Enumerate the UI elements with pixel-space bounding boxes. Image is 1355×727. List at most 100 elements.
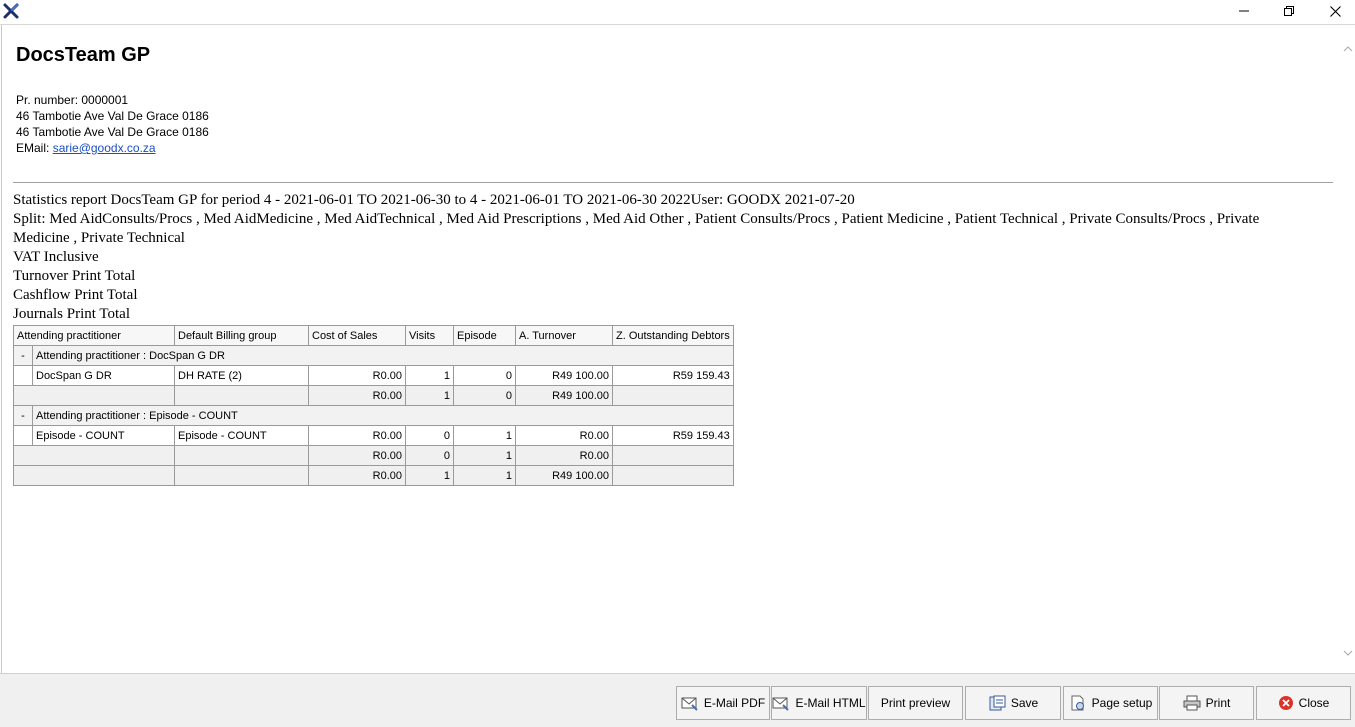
column-header[interactable]: Z. Outstanding Debtors: [612, 325, 734, 346]
group-header-row: - Attending practitioner : Episode - COU…: [13, 405, 734, 426]
scroll-up-icon[interactable]: [1343, 41, 1353, 52]
print-preview-label: Print preview: [880, 696, 951, 710]
subtotal-spacer: [174, 445, 309, 466]
group-label: Attending practitioner : DocSpan G DR: [32, 345, 734, 366]
collapse-toggle[interactable]: -: [13, 345, 33, 366]
subtotal-spacer: [13, 385, 175, 406]
report-title: Statistics report DocsTeam GP for period…: [13, 192, 855, 208]
email-pdf-button[interactable]: E-Mail PDF: [676, 686, 770, 720]
email-link[interactable]: sarie@goodx.co.za: [53, 141, 156, 155]
table-row: DocSpan G DR DH RATE (2) R0.00 1 0 R49 1…: [13, 365, 734, 386]
table-row: Episode - COUNT Episode - COUNT R0.00 0 …: [13, 425, 734, 446]
page-setup-label: Page setup: [1091, 696, 1153, 710]
cell-visits: 0: [405, 445, 454, 466]
page-setup-icon: [1069, 695, 1087, 711]
cell-practitioner: Episode - COUNT: [32, 425, 175, 446]
restore-icon: [1284, 6, 1294, 16]
cell-episode: 1: [453, 425, 516, 446]
column-header[interactable]: Episode: [453, 325, 516, 346]
subtotal-spacer: [174, 385, 309, 406]
row-indent: [13, 425, 33, 446]
subtotal-spacer: [13, 445, 175, 466]
email-html-icon: [772, 695, 790, 711]
email-pdf-icon: [681, 695, 699, 711]
column-header[interactable]: Default Billing group: [174, 325, 309, 346]
print-preview-button[interactable]: Print preview: [868, 686, 963, 720]
printer-icon: [1183, 695, 1201, 711]
report-view[interactable]: DocsTeam GP Pr. number: 0000001 46 Tambo…: [1, 25, 1342, 673]
subtotal-row: R0.00 1 0 R49 100.00: [13, 385, 734, 406]
email-html-button[interactable]: E-Mail HTML: [771, 686, 867, 720]
close-circle-icon: [1278, 695, 1294, 711]
email-line: EMail: sarie@goodx.co.za: [16, 140, 156, 156]
cell-turnover: R0.00: [515, 425, 613, 446]
group-label: Attending practitioner : Episode - COUNT: [32, 405, 734, 426]
email-html-label: E-Mail HTML: [795, 696, 866, 710]
cell-debtors: R59 159.43: [612, 365, 734, 386]
vat-line: VAT Inclusive: [13, 249, 99, 265]
journals-line: Journals Print Total: [13, 306, 131, 322]
cell-cost-of-sales: R0.00: [308, 465, 406, 486]
cell-visits: 1: [405, 385, 454, 406]
close-button[interactable]: Close: [1256, 686, 1351, 720]
cell-cost-of-sales: R0.00: [308, 385, 406, 406]
cell-visits: 1: [405, 465, 454, 486]
save-button[interactable]: Save: [965, 686, 1061, 720]
total-spacer: [13, 465, 175, 486]
cell-practitioner: DocSpan G DR: [32, 365, 175, 386]
column-header[interactable]: A. Turnover: [515, 325, 613, 346]
cell-visits: 1: [405, 365, 454, 386]
grand-total-row: R0.00 1 1 R49 100.00: [13, 465, 734, 486]
print-button[interactable]: Print: [1159, 686, 1254, 720]
cell-turnover: R49 100.00: [515, 385, 613, 406]
table-header-row: Attending practitioner Default Billing g…: [13, 325, 734, 346]
cell-episode: 0: [453, 365, 516, 386]
email-label: EMail:: [16, 141, 53, 155]
turnover-line: Turnover Print Total: [13, 268, 136, 284]
minimize-icon: [1239, 6, 1249, 16]
scroll-down-icon[interactable]: [1343, 645, 1353, 656]
email-pdf-label: E-Mail PDF: [703, 696, 766, 710]
cell-episode: 1: [453, 465, 516, 486]
cell-episode: 0: [453, 385, 516, 406]
window-titlebar: [0, 0, 1355, 25]
practice-number: Pr. number: 0000001: [16, 93, 129, 107]
column-header[interactable]: Visits: [405, 325, 454, 346]
page-setup-button[interactable]: Page setup: [1063, 686, 1158, 720]
cell-debtors: [612, 385, 734, 406]
cell-debtors: R59 159.43: [612, 425, 734, 446]
statistics-table: Attending practitioner Default Billing g…: [13, 325, 734, 486]
cell-cost-of-sales: R0.00: [308, 425, 406, 446]
cell-episode: 1: [453, 445, 516, 466]
restore-button[interactable]: [1266, 0, 1312, 22]
collapse-toggle[interactable]: -: [13, 405, 33, 426]
cell-billing-group: DH RATE (2): [174, 365, 309, 386]
cell-cost-of-sales: R0.00: [308, 445, 406, 466]
address-line-1: 46 Tambotie Ave Val De Grace 0186: [16, 109, 209, 123]
vertical-scrollbar[interactable]: [1341, 25, 1355, 673]
cell-turnover: R49 100.00: [515, 365, 613, 386]
column-header[interactable]: Attending practitioner: [13, 325, 175, 346]
close-label: Close: [1298, 696, 1330, 710]
cashflow-line: Cashflow Print Total: [13, 287, 138, 303]
minimize-button[interactable]: [1221, 0, 1267, 22]
practice-name: DocsTeam GP: [16, 44, 151, 66]
cell-billing-group: Episode - COUNT: [174, 425, 309, 446]
subtotal-row: R0.00 0 1 R0.00: [13, 445, 734, 466]
address-line-2: 46 Tambotie Ave Val De Grace 0186: [16, 125, 209, 139]
cell-cost-of-sales: R0.00: [308, 365, 406, 386]
bottom-toolbar: E-Mail PDF E-Mail HTML Print preview Sav…: [0, 673, 1355, 727]
group-header-row: - Attending practitioner : DocSpan G DR: [13, 345, 734, 366]
save-icon: [988, 695, 1006, 711]
window-close-button[interactable]: [1312, 0, 1355, 22]
total-spacer: [174, 465, 309, 486]
close-icon: [1329, 5, 1341, 17]
cell-debtors: [612, 465, 734, 486]
cell-visits: 0: [405, 425, 454, 446]
report-split: Split: Med AidConsults/Procs , Med AidMe…: [13, 211, 1260, 246]
cell-debtors: [612, 445, 734, 466]
column-header[interactable]: Cost of Sales: [308, 325, 406, 346]
cell-turnover: R0.00: [515, 445, 613, 466]
cell-turnover: R49 100.00: [515, 465, 613, 486]
row-indent: [13, 365, 33, 386]
